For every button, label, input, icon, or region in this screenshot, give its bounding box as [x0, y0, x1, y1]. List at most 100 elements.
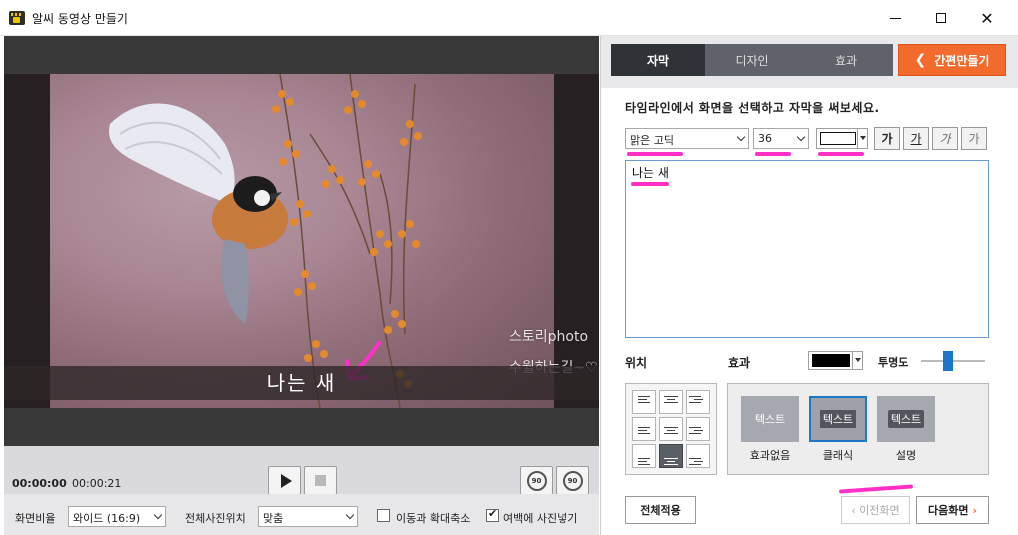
subtitle-textarea[interactable]: 나는 새	[625, 160, 989, 338]
align-bottom-right[interactable]	[686, 444, 710, 468]
options-bar: 화면비율 와이드 (16:9) 전체사진위치 맞춤 이동과 확대축소 여백에 사…	[4, 494, 599, 535]
align-top-right[interactable]	[686, 390, 710, 414]
bird-photo-image	[109, 74, 422, 408]
effect-description-option[interactable]: 텍스트	[877, 396, 935, 442]
total-time: 00:00:21	[72, 477, 122, 490]
motion-label: 이동과 확대축소	[396, 512, 471, 525]
annotation-underline	[755, 152, 791, 156]
ratio-select[interactable]: 와이드 (16:9)	[68, 506, 166, 527]
chevron-down-icon	[345, 510, 355, 520]
effect-description-swatch-text: 텍스트	[887, 410, 925, 428]
apply-all-button[interactable]: 전체적용	[625, 496, 696, 524]
text-color-picker[interactable]	[816, 128, 868, 149]
effect-classic-label: 클래식	[822, 449, 854, 462]
tab-bar: 자막 디자인 효과 ❮ 간편만들기	[601, 36, 1018, 88]
chevron-right-icon: ›	[972, 503, 978, 517]
rotate-right-icon: 90	[562, 470, 583, 491]
font-size-select[interactable]: 36	[753, 128, 809, 149]
photo-position-select[interactable]: 맞춤	[258, 506, 358, 527]
effect-color-picker[interactable]	[808, 351, 863, 370]
effect-classic-option[interactable]: 텍스트	[809, 396, 867, 442]
tab-design[interactable]: 디자인	[705, 44, 799, 76]
editor-panel: 자막 디자인 효과 ❮ 간편만들기 타임라인에서 화면을 선택하고 자막을 써보세…	[600, 36, 1018, 535]
margin-photo-label: 여백에 사진넣기	[503, 512, 578, 525]
slider-thumb[interactable]	[943, 351, 953, 371]
quick-make-label: 간편만들기	[934, 53, 990, 68]
margin-photo-left	[4, 74, 50, 408]
minimize-icon	[889, 17, 901, 19]
rotate-left-icon: 90	[526, 470, 547, 491]
align-bottom-center[interactable]	[659, 444, 683, 468]
preview-photo: 스토리photo 수월하는길~♡	[4, 74, 599, 408]
underline-button[interactable]: 가	[903, 127, 929, 150]
align-top-center[interactable]	[659, 390, 683, 414]
position-label: 위치	[625, 356, 648, 370]
alignment-grid	[625, 383, 717, 475]
chevron-down-icon	[852, 352, 862, 369]
effect-none-swatch-text: 텍스트	[754, 413, 786, 426]
watermark-line-1: 스토리photo	[509, 329, 589, 345]
previous-screen-button[interactable]: ‹ 이전화면	[841, 496, 910, 524]
slider-track	[921, 360, 985, 362]
align-middle-left[interactable]	[632, 417, 656, 441]
margin-photo-checkbox[interactable]	[486, 507, 499, 522]
align-middle-center[interactable]	[659, 417, 683, 441]
clapperboard-icon	[9, 11, 25, 25]
chevron-down-icon	[857, 129, 867, 148]
minimize-button[interactable]	[872, 0, 918, 36]
opacity-slider[interactable]	[921, 351, 985, 371]
maximize-button[interactable]	[918, 0, 964, 36]
align-bottom-left[interactable]	[632, 444, 656, 468]
next-screen-button[interactable]: 다음화면 ›	[916, 496, 989, 524]
instruction-text: 타임라인에서 화면을 선택하고 자막을 써보세요.	[625, 101, 880, 115]
maximize-icon	[936, 13, 946, 23]
chevron-left-icon: ❮	[914, 52, 927, 68]
bold-button[interactable]: 가	[874, 127, 900, 150]
chevron-down-icon	[796, 132, 806, 142]
align-top-left[interactable]	[632, 390, 656, 414]
motion-checkbox[interactable]	[377, 509, 390, 522]
stop-button[interactable]	[304, 466, 337, 495]
chevron-down-icon	[736, 132, 746, 142]
tab-subtitle[interactable]: 자막	[611, 44, 705, 76]
subtitle-preview-text: 나는 새	[266, 371, 337, 395]
effects-box: 텍스트 텍스트 텍스트 효과없음 클래식 설명	[727, 383, 989, 475]
play-button[interactable]	[268, 466, 301, 495]
photo-position-value: 맞춤	[263, 512, 284, 525]
annotation-underline	[818, 152, 864, 156]
effect-classic-swatch-text: 텍스트	[819, 410, 857, 428]
align-middle-right[interactable]	[686, 417, 710, 441]
quick-make-button[interactable]: ❮ 간편만들기	[898, 44, 1006, 76]
font-value: 맑은 고딕	[630, 134, 674, 147]
font-size-value: 36	[758, 132, 772, 145]
effect-color-swatch	[812, 354, 850, 367]
close-button[interactable]: ✕	[964, 0, 1010, 36]
tab-effect[interactable]: 효과	[799, 44, 893, 76]
rotate-right-button[interactable]: 90	[556, 466, 589, 495]
play-icon	[280, 473, 292, 488]
stop-icon	[315, 475, 326, 486]
current-time: 00:00:00	[12, 477, 67, 490]
preview-pane: 스토리photo 수월하는길~♡ 나는 새 00:00:00 00:00:21 …	[4, 36, 599, 535]
effect-none-option[interactable]: 텍스트	[741, 396, 799, 442]
ratio-value: 와이드 (16:9)	[73, 512, 141, 525]
shadow-button[interactable]: 가	[961, 127, 987, 150]
font-select[interactable]: 맑은 고딕	[625, 128, 749, 149]
photo-position-label: 전체사진위치	[185, 512, 246, 525]
rotate-left-button[interactable]: 90	[520, 466, 553, 495]
annotation-underline	[631, 182, 669, 186]
effect-description-label: 설명	[895, 449, 917, 462]
effect-label: 효과	[728, 356, 751, 370]
title-bar: 알씨 동영상 만들기 ✕	[0, 0, 1018, 36]
chevron-down-icon	[153, 510, 163, 520]
ratio-label: 화면비율	[15, 512, 56, 525]
annotation-underline	[838, 484, 914, 494]
opacity-label: 투명도	[878, 356, 909, 369]
effect-none-label: 효과없음	[749, 449, 791, 462]
video-preview: 스토리photo 수월하는길~♡ 나는 새	[4, 36, 599, 446]
annotation-underline	[627, 152, 683, 156]
italic-button[interactable]: 가	[932, 127, 958, 150]
window-title: 알씨 동영상 만들기	[32, 12, 128, 26]
next-screen-label: 다음화면	[927, 504, 969, 517]
text-color-swatch	[820, 132, 856, 145]
